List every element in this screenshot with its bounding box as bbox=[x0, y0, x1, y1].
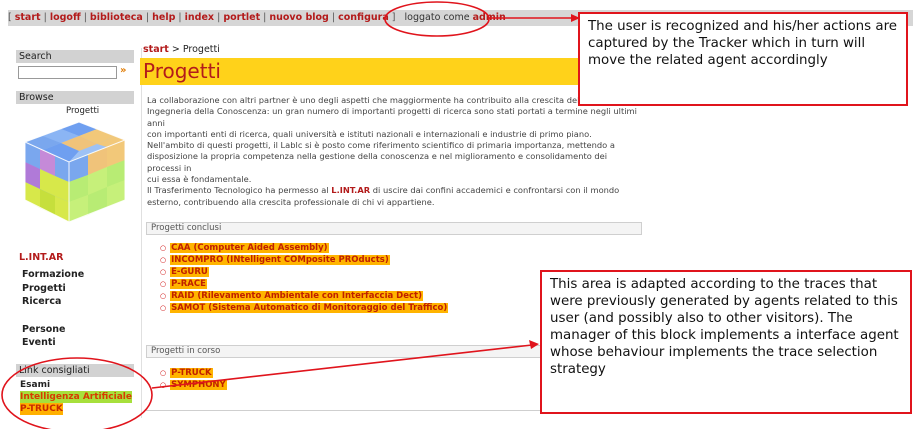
list-item: ○ RAID (Rilevamento Ambientale con Interf… bbox=[160, 290, 448, 302]
nav-link-index[interactable]: index bbox=[185, 12, 214, 23]
adaptation-annotation: This area is adapted according to the tr… bbox=[540, 270, 912, 414]
bullet-icon: ○ bbox=[160, 280, 167, 289]
list-item: ○ CAA (Computer Aided Assembly) bbox=[160, 242, 448, 254]
paragraph-text: di uscire dai confini accademici e confr… bbox=[372, 185, 620, 196]
bullet-icon: ○ bbox=[160, 292, 167, 301]
sidebar-divider bbox=[141, 48, 142, 418]
bullet-icon: ○ bbox=[160, 304, 167, 313]
paragraph-line: Nell'ambito di questi progetti, il Lablc… bbox=[147, 140, 615, 151]
search-box-title: Search bbox=[16, 50, 134, 63]
sidebar-nav: Formazione Progetti Ricerca Persone Even… bbox=[22, 268, 84, 350]
ongoing-projects-list: ○ P-TRUCK ○ SYMPHONY bbox=[160, 367, 227, 391]
paragraph-line: Ingegneria della Conoscenza: un gran num… bbox=[147, 106, 637, 128]
paragraph-line: con importanti enti di ricerca, quali un… bbox=[147, 128, 592, 139]
bullet-icon: ○ bbox=[160, 369, 167, 377]
bullet-icon: ○ bbox=[160, 256, 167, 265]
intro-paragraph: La collaborazione con altri partner è un… bbox=[147, 95, 642, 208]
nav-link-logoff[interactable]: logoff bbox=[50, 12, 81, 23]
recommended-links-box: Link consigliati Esami Intelligenza Arti… bbox=[16, 364, 134, 415]
breadcrumb: start > Progetti bbox=[143, 44, 220, 55]
project-link-samot[interactable]: SAMOT (Sistema Automatico di Monitoraggi… bbox=[170, 303, 449, 314]
recommended-link-esami[interactable]: Esami bbox=[16, 379, 134, 391]
project-link-symphony[interactable]: SYMPHONY bbox=[170, 380, 227, 391]
paragraph-line: Il Trasferimento Tecnologico ha permesso… bbox=[147, 185, 642, 196]
bullet-icon: ○ bbox=[160, 268, 167, 277]
nav-link-nuovo-blog[interactable]: nuovo blog bbox=[269, 12, 328, 23]
org-name-inline: L.INT.AR bbox=[331, 185, 371, 196]
completed-projects-list: ○ CAA (Computer Aided Assembly) ○ INCOMPRO… bbox=[160, 242, 449, 315]
browse-cube[interactable]: Progetti bbox=[16, 104, 134, 224]
recommended-link-label: P-TRUCK bbox=[20, 403, 63, 415]
sidebar-item-formazione[interactable]: Formazione bbox=[22, 268, 84, 282]
sidebar-item-progetti[interactable]: Progetti bbox=[22, 282, 84, 296]
sidebar-item-persone[interactable]: Persone bbox=[22, 323, 84, 337]
recommended-link-ptruck[interactable]: P-TRUCK bbox=[16, 403, 134, 415]
paragraph-line: cui essa è fondamentale. bbox=[147, 174, 252, 185]
sidebar: Search » Browse Progetti bbox=[16, 50, 134, 224]
browse-box-title: Browse bbox=[16, 91, 134, 104]
paragraph-line: disposizione la propria competenza nella… bbox=[147, 151, 608, 173]
search-go-button[interactable]: » bbox=[120, 65, 126, 76]
list-item: ○ P-RACE bbox=[160, 278, 448, 290]
list-item: ○ SYMPHONY bbox=[160, 379, 227, 391]
username[interactable]: admin bbox=[473, 12, 506, 23]
nav-link-biblioteca[interactable]: biblioteca bbox=[90, 12, 143, 23]
recommended-links-title: Link consigliati bbox=[16, 364, 134, 377]
bullet-icon: ○ bbox=[160, 381, 167, 390]
project-link-eguru[interactable]: E-GURU bbox=[170, 267, 209, 278]
list-item: ○ E-GURU bbox=[160, 266, 448, 278]
bracket: ] bbox=[391, 12, 402, 23]
project-link-ptruck[interactable]: P-TRUCK bbox=[170, 368, 213, 378]
project-link-caa[interactable]: CAA (Computer Aided Assembly) bbox=[170, 243, 329, 253]
recommended-link-ia[interactable]: Intelligenza Artificiale bbox=[16, 391, 134, 403]
browser-page: [ start | logoff | biblioteca | help | i… bbox=[0, 0, 915, 429]
search-row: » bbox=[16, 65, 134, 80]
bullet-icon: ○ bbox=[160, 244, 167, 252]
nav-link-portlet[interactable]: portlet bbox=[223, 12, 260, 23]
breadcrumb-current: > Progetti bbox=[168, 44, 220, 55]
project-link-raid[interactable]: RAID (Rilevamento Ambientale con Interfa… bbox=[170, 291, 423, 302]
list-item: ○ INCOMPRO (INtelligent COMposite PROduct… bbox=[160, 254, 448, 266]
sidebar-item-eventi[interactable]: Eventi bbox=[22, 336, 84, 350]
cube-icon[interactable] bbox=[19, 114, 131, 226]
paragraph-text: Il Trasferimento Tecnologico ha permesso… bbox=[147, 185, 329, 196]
nav-link-configura[interactable]: configura bbox=[338, 12, 389, 23]
tracker-annotation: The user is recognized and his/her actio… bbox=[578, 12, 908, 106]
list-item: ○ P-TRUCK bbox=[160, 367, 227, 379]
page-title: Progetti bbox=[143, 59, 221, 83]
recommended-links-list: Esami Intelligenza Artificiale P-TRUCK bbox=[16, 379, 134, 415]
recommended-link-label: Intelligenza Artificiale bbox=[20, 391, 132, 403]
org-name-link[interactable]: L.INT.AR bbox=[19, 252, 63, 263]
project-link-incompro[interactable]: INCOMPRO (INtelligent COMposite PROducts… bbox=[170, 255, 390, 266]
paragraph-line: La collaborazione con altri partner è un… bbox=[147, 95, 603, 105]
logged-as-label: loggato come bbox=[404, 12, 470, 23]
bracket: [ bbox=[8, 12, 15, 23]
search-input[interactable] bbox=[18, 66, 117, 79]
paragraph-line: esterno, contribuendo alla crescita prof… bbox=[147, 196, 435, 207]
breadcrumb-start-link[interactable]: start bbox=[143, 44, 169, 55]
nav-link-start[interactable]: start bbox=[15, 12, 41, 23]
project-link-prace[interactable]: P-RACE bbox=[170, 279, 207, 290]
completed-projects-title: Progetti conclusi bbox=[146, 222, 642, 235]
top-nav-bar: [ start | logoff | biblioteca | help | i… bbox=[8, 10, 573, 26]
list-item: ○ SAMOT (Sistema Automatico di Monitoragg… bbox=[160, 302, 449, 314]
nav-link-help[interactable]: help bbox=[152, 12, 175, 23]
sidebar-item-ricerca[interactable]: Ricerca bbox=[22, 295, 84, 309]
